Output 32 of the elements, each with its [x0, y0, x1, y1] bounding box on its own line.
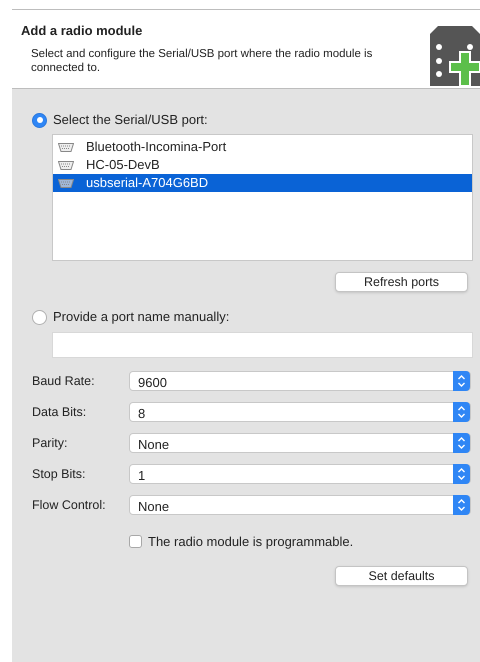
serial-port-icon [58, 160, 74, 170]
set-defaults-button[interactable]: Set defaults [335, 566, 468, 586]
stepper-icon [453, 402, 470, 422]
setting-label: Stop Bits: [32, 466, 86, 483]
dialog-description: Select and configure the Serial/USB port where the radio module is connected to. [31, 46, 374, 74]
port-list-item[interactable]: Bluetooth-Incomina-Port [53, 138, 472, 156]
serial-port-icon [58, 178, 74, 188]
port-list-item[interactable]: usbserial-A704G6BD [53, 174, 472, 192]
stepper-icon [453, 433, 470, 453]
stepper-icon [453, 464, 470, 484]
setting-dropdown[interactable]: 9600 [129, 371, 471, 391]
setting-dropdown[interactable]: None [129, 495, 471, 515]
setting-label: Data Bits: [32, 404, 88, 421]
checkbox[interactable] [129, 535, 142, 548]
stepper-icon [453, 371, 470, 391]
radio-button[interactable] [32, 310, 47, 324]
setting-dropdown[interactable]: 1 [129, 464, 471, 484]
serial-port-icon [58, 142, 74, 152]
radio-label: Select the Serial/USB port: [53, 111, 208, 130]
setting-dropdown[interactable]: None [129, 433, 471, 453]
setting-label: Parity: [32, 434, 68, 452]
setting-dropdown[interactable]: 8 [129, 402, 471, 422]
refresh-ports-button[interactable]: Refresh ports [335, 272, 468, 292]
port-name-field[interactable] [52, 332, 473, 358]
port-list-item[interactable]: HC-05-DevB [53, 156, 472, 174]
stepper-icon [453, 495, 470, 515]
dialog-title: Add a radio module [21, 22, 144, 40]
setting-label: Flow Control: [32, 496, 107, 514]
radio-button[interactable] [32, 112, 47, 128]
checkbox-label: The radio module is programmable. [148, 533, 354, 551]
setting-label: Baud Rate: [32, 372, 96, 390]
radio-label: Provide a port name manually: [53, 308, 230, 326]
